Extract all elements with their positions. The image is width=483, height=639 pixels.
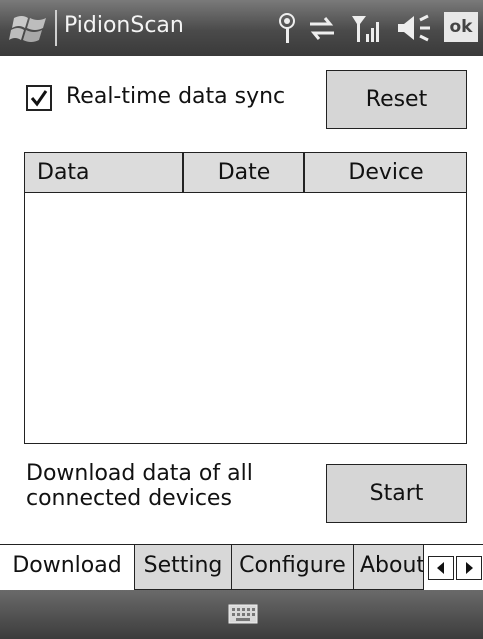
tab-about[interactable]: About <box>354 545 424 590</box>
realtime-sync-checkbox[interactable] <box>26 85 52 111</box>
tab-setting[interactable]: Setting <box>135 545 232 590</box>
antenna-icon[interactable] <box>276 12 298 44</box>
sync-arrows-icon[interactable] <box>306 12 338 44</box>
column-header-data[interactable]: Data <box>25 153 184 192</box>
tab-download[interactable]: Download <box>0 545 135 590</box>
app-title: PidionScan <box>64 13 184 38</box>
tab-strip: Download Setting Configure About <box>0 544 483 591</box>
title-separator <box>55 10 57 46</box>
realtime-sync-label: Real-time data sync <box>66 84 286 109</box>
speaker-icon[interactable] <box>396 12 434 44</box>
column-header-device[interactable]: Device <box>306 153 466 192</box>
reset-button[interactable]: Reset <box>326 70 467 129</box>
download-description: Download data of all connected devices <box>26 461 253 511</box>
title-bar: PidionScan ok <box>0 0 483 56</box>
bottom-bar <box>0 590 483 639</box>
tab-scroll-right-button[interactable] <box>456 556 482 580</box>
column-header-date[interactable]: Date <box>185 153 305 192</box>
list-header: Data Date Device <box>25 153 466 193</box>
windows-start-icon[interactable] <box>8 12 52 46</box>
arrow-left-icon <box>437 562 444 574</box>
tab-configure[interactable]: Configure <box>232 545 354 590</box>
keyboard-icon[interactable] <box>228 604 258 624</box>
tab-scroll-left-button[interactable] <box>428 556 454 580</box>
arrow-right-icon <box>466 562 473 574</box>
data-list[interactable]: Data Date Device <box>24 152 467 444</box>
checkmark-icon <box>30 90 48 107</box>
ok-button[interactable]: ok <box>444 12 478 42</box>
signal-strength-icon[interactable] <box>350 12 382 44</box>
start-button[interactable]: Start <box>326 464 467 523</box>
